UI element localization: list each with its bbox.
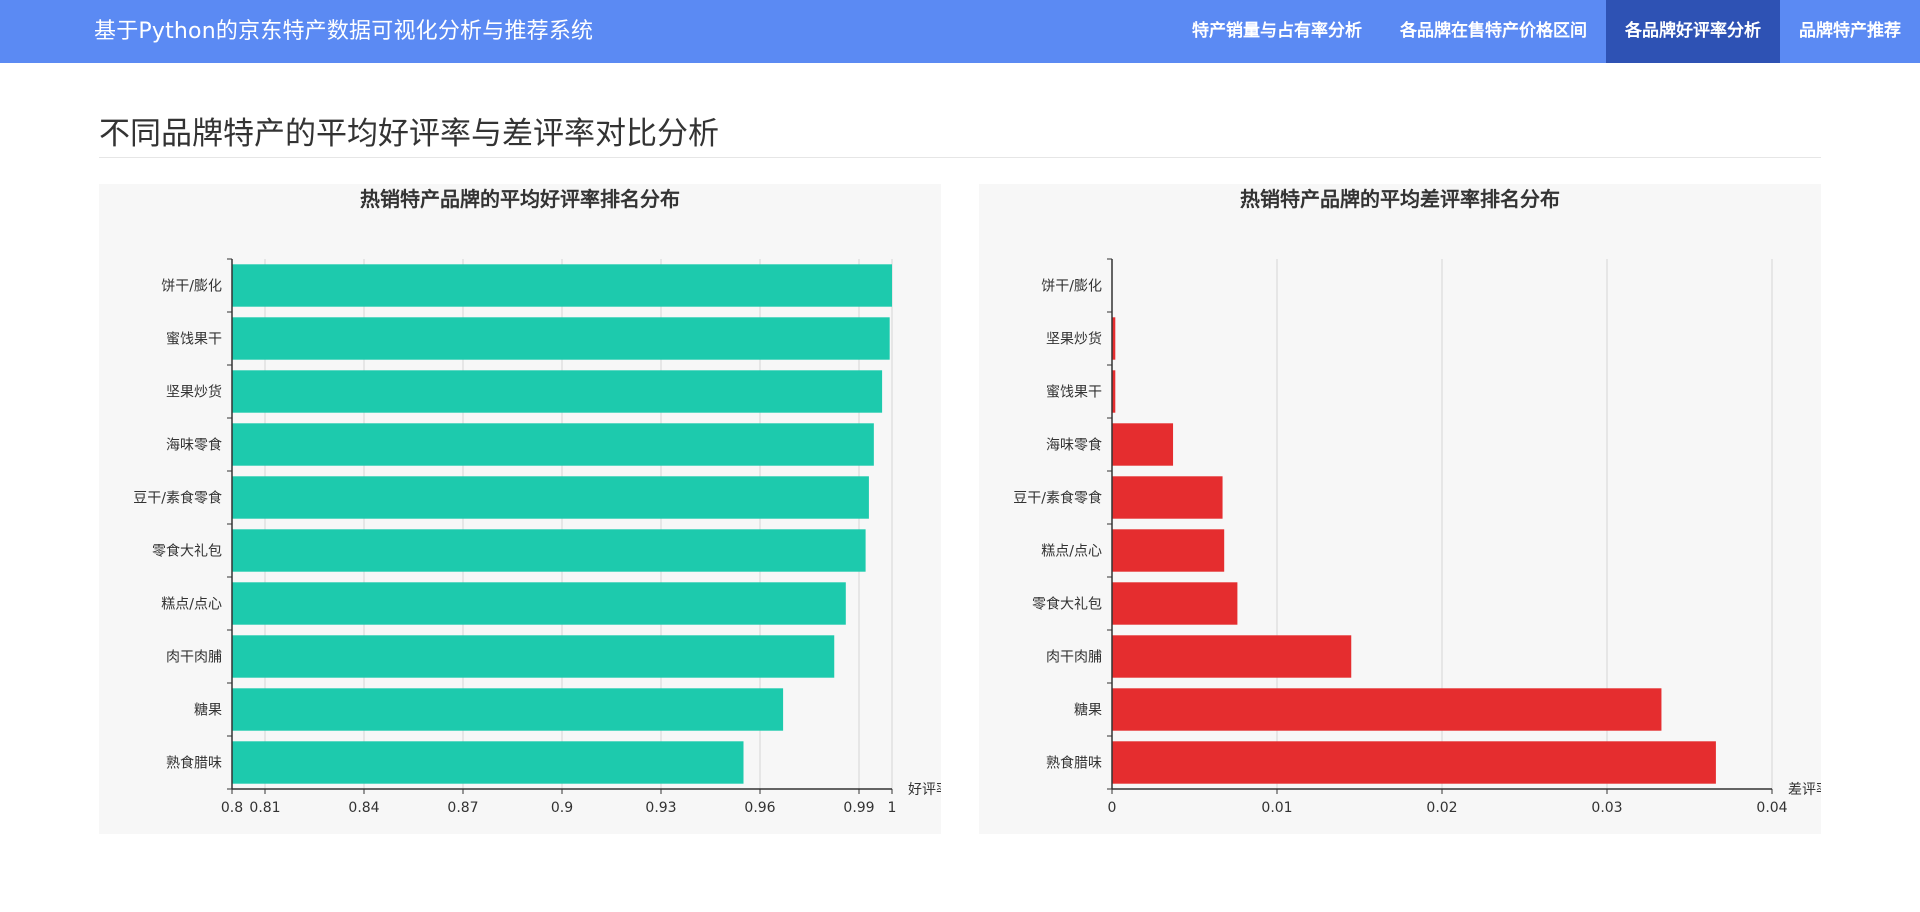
y-tick-label: 糖果 — [1074, 703, 1102, 719]
y-tick-label: 熟食腊味 — [1046, 755, 1102, 772]
y-tick-label: 豆干/素食零食 — [133, 490, 222, 507]
bar — [1112, 476, 1223, 519]
nav-item-price-range[interactable]: 各品牌在售特产价格区间 — [1381, 0, 1606, 63]
x-tick-label: 0.04 — [1756, 800, 1787, 816]
bar — [232, 688, 784, 731]
bar — [1112, 582, 1238, 625]
y-tick-label: 海味零食 — [166, 437, 222, 454]
bar — [1112, 423, 1174, 466]
bad-rate-bar-chart: 热销特产品牌的平均差评率排名分布饼干/膨化坚果炒货蜜饯果干海味零食豆干/素食零食… — [1013, 187, 1821, 816]
nav-item-brand-recommend[interactable]: 品牌特产推荐 — [1780, 0, 1920, 63]
x-tick-label: 0.8 — [221, 800, 243, 816]
x-tick-label: 0.02 — [1426, 800, 1457, 816]
bad-rate-chart-panel: 热销特产品牌的平均差评率排名分布饼干/膨化坚果炒货蜜饯果干海味零食豆干/素食零食… — [979, 184, 1821, 834]
bar — [232, 264, 892, 307]
x-tick-label: 0.81 — [249, 800, 280, 816]
y-tick-label: 饼干/膨化 — [161, 278, 222, 295]
nav-item-sales-share[interactable]: 特产销量与占有率分析 — [1173, 0, 1381, 63]
chart-title: 热销特产品牌的平均差评率排名分布 — [1240, 187, 1560, 211]
y-tick-label: 坚果炒货 — [1046, 331, 1102, 348]
bar — [232, 370, 883, 413]
x-tick-label: 0.03 — [1591, 800, 1622, 816]
top-navbar: 基于Python的京东特产数据可视化分析与推荐系统 特产销量与占有率分析 各品牌… — [0, 0, 1920, 63]
y-tick-label: 坚果炒货 — [166, 384, 222, 401]
chart-title: 热销特产品牌的平均好评率排名分布 — [360, 187, 680, 211]
bar — [232, 741, 744, 784]
x-tick-label: 0.84 — [348, 800, 379, 816]
bar — [232, 423, 874, 466]
x-tick-label: 0.93 — [645, 800, 676, 816]
page-title: 不同品牌特产的平均好评率与差评率对比分析 — [99, 116, 719, 152]
nav-item-rating-analysis[interactable]: 各品牌好评率分析 — [1606, 0, 1780, 63]
y-tick-label: 蜜饯果干 — [166, 332, 222, 348]
x-tick-label: 0 — [1108, 800, 1117, 816]
bar — [1112, 635, 1352, 678]
good-rate-bar-chart: 热销特产品牌的平均好评率排名分布饼干/膨化蜜饯果干坚果炒货海味零食豆干/素食零食… — [133, 187, 941, 816]
y-tick-label: 糖果 — [194, 703, 222, 719]
bar — [232, 582, 846, 625]
bar — [1112, 529, 1225, 572]
y-tick-label: 零食大礼包 — [1032, 596, 1102, 613]
x-tick-label: 0.96 — [744, 800, 775, 816]
y-tick-label: 零食大礼包 — [152, 543, 222, 560]
main-nav: 特产销量与占有率分析 各品牌在售特产价格区间 各品牌好评率分析 品牌特产推荐 — [1173, 0, 1920, 63]
y-tick-label: 蜜饯果干 — [1046, 385, 1102, 401]
y-tick-label: 饼干/膨化 — [1041, 278, 1102, 295]
y-tick-label: 糕点/点心 — [161, 597, 222, 613]
bar — [232, 529, 866, 572]
y-tick-label: 豆干/素食零食 — [1013, 490, 1102, 507]
y-tick-label: 肉干肉脯 — [1046, 650, 1102, 666]
title-divider — [99, 157, 1821, 158]
bar — [232, 476, 869, 519]
x-tick-label: 0.87 — [447, 800, 478, 816]
app-title[interactable]: 基于Python的京东特产数据可视化分析与推荐系统 — [94, 0, 593, 63]
good-rate-chart-panel: 热销特产品牌的平均好评率排名分布饼干/膨化蜜饯果干坚果炒货海味零食豆干/素食零食… — [99, 184, 941, 834]
bar — [1112, 741, 1716, 784]
x-tick-label: 0.99 — [843, 800, 874, 816]
x-tick-label: 0.9 — [551, 800, 573, 816]
y-tick-label: 熟食腊味 — [166, 755, 222, 772]
bar — [1112, 688, 1662, 731]
bar — [232, 317, 890, 360]
x-axis-label: 好评率 — [908, 781, 941, 798]
x-tick-label: 1 — [888, 800, 897, 816]
x-tick-label: 0.01 — [1261, 800, 1292, 816]
y-tick-label: 糕点/点心 — [1041, 544, 1102, 560]
x-axis-label: 差评率 — [1788, 781, 1821, 798]
y-tick-label: 海味零食 — [1046, 437, 1102, 454]
bar — [232, 635, 835, 678]
y-tick-label: 肉干肉脯 — [166, 650, 222, 666]
